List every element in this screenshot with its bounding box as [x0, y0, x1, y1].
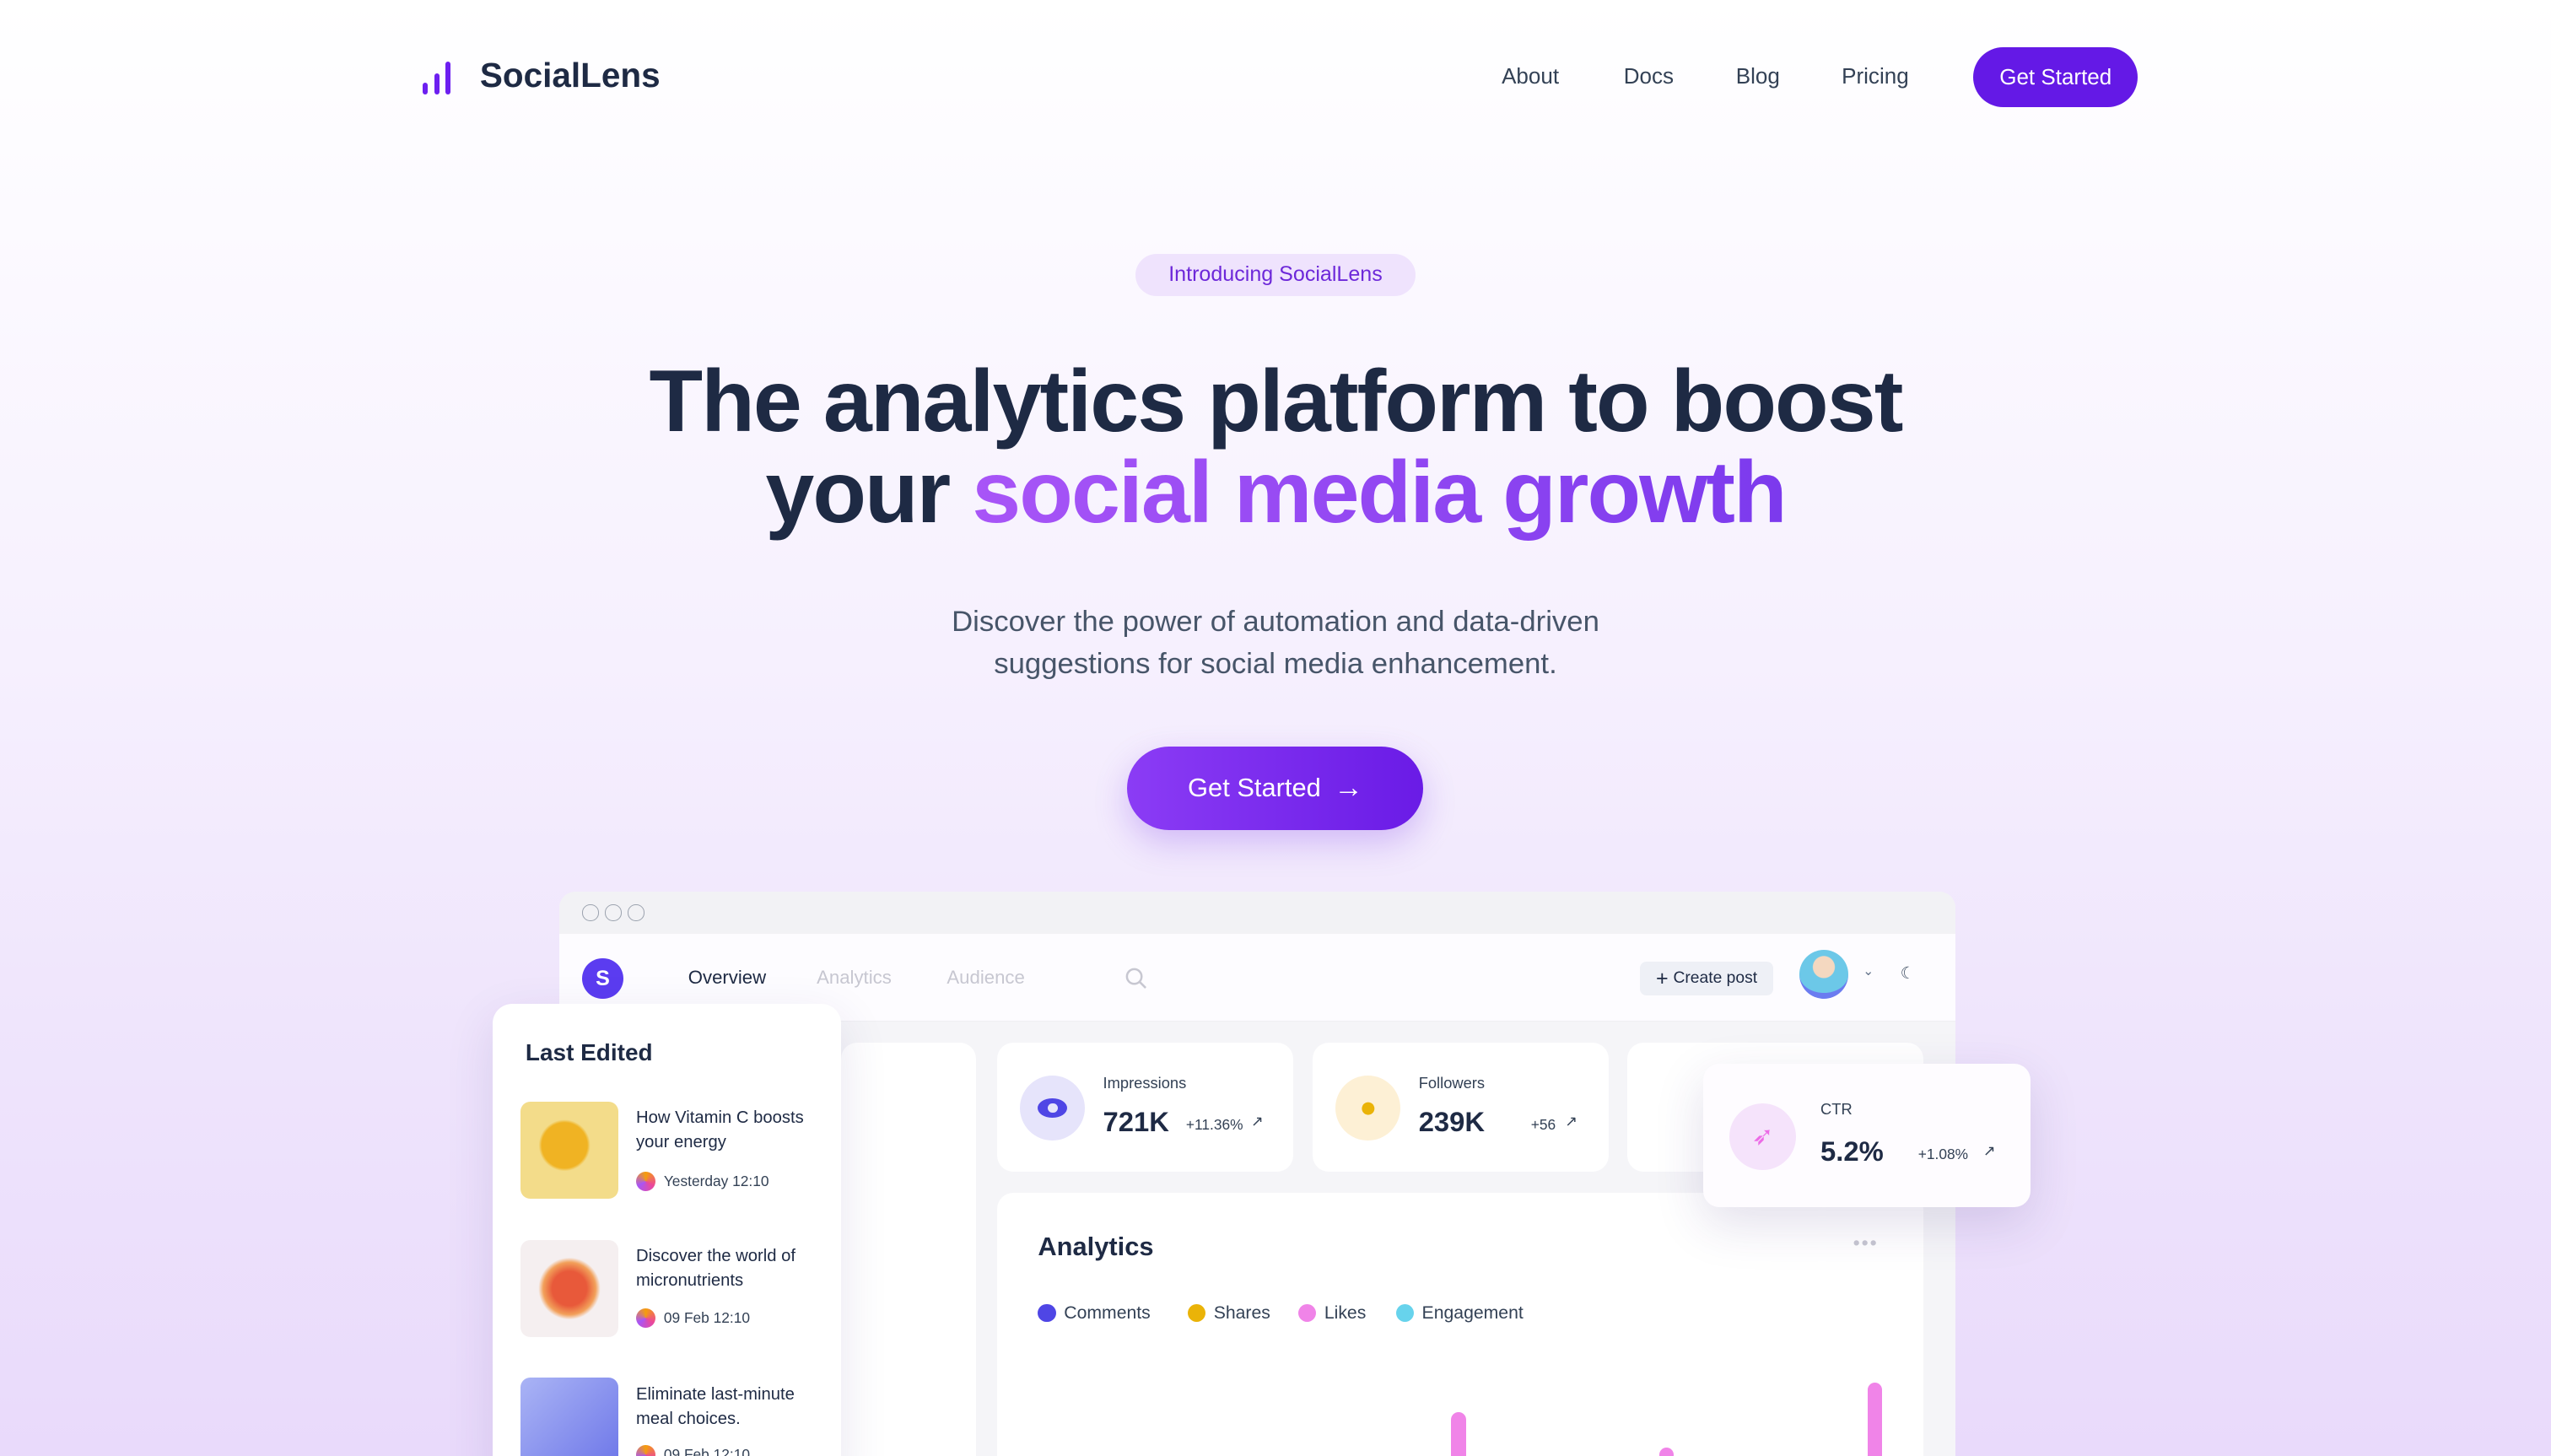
chart-bar — [1451, 1411, 1466, 1456]
item-thumbnail[interactable] — [520, 1378, 618, 1456]
last-edited-panel: Last Edited How Vitamin C boosts your en… — [493, 1003, 842, 1456]
cta-label: Get Started — [1188, 773, 1321, 803]
legend-label: Engagement — [1421, 1302, 1524, 1323]
stat-change: +56 — [1530, 1115, 1556, 1133]
logo-icon — [423, 62, 456, 94]
landing-page: SocialLens About Docs Blog Pricing Get S… — [0, 0, 2551, 1456]
analytics-title: Analytics — [1038, 1231, 1154, 1261]
legend-comments: Comments — [1038, 1302, 1151, 1324]
ctr-change: +1.08% — [1917, 1145, 1969, 1162]
create-post-label: Create post — [1673, 969, 1758, 987]
headline-line2: your social media growth — [0, 447, 2551, 538]
item-thumbnail[interactable] — [520, 1239, 618, 1338]
stat-label: Impressions — [1103, 1073, 1187, 1092]
ctr-label: CTR — [1820, 1099, 1853, 1118]
tab-overview[interactable]: Overview — [688, 967, 766, 989]
search-icon[interactable] — [1124, 967, 1147, 990]
headline-highlight: social media growth — [972, 444, 1787, 542]
hero-get-started-button[interactable]: Get Started → — [1127, 747, 1424, 830]
headline-line1: The analytics platform to boost — [649, 353, 1904, 451]
trend-up-icon: ↗ — [1565, 1113, 1578, 1130]
ctr-card: ➶ CTR 5.2% +1.08% ↗ — [1703, 1064, 2031, 1207]
item-date: 09 Feb 12:10 — [636, 1444, 751, 1456]
item-date: 09 Feb 12:10 — [636, 1308, 750, 1328]
instagram-icon — [636, 1171, 656, 1191]
ctr-value: 5.2% — [1820, 1135, 1884, 1167]
legend-label: Comments — [1064, 1302, 1151, 1323]
nav-about[interactable]: About — [1502, 63, 1559, 89]
instagram-icon — [636, 1444, 656, 1456]
nav-docs[interactable]: Docs — [1624, 63, 1674, 89]
legend-label: Shares — [1213, 1302, 1270, 1323]
stat-change: +11.36% — [1185, 1115, 1243, 1133]
headline-plain: your — [765, 444, 951, 542]
stat-card-impressions: Impressions 721K +11.36% ↗ — [997, 1043, 1294, 1172]
stat-value: 239K — [1418, 1106, 1486, 1138]
legend-likes: Likes — [1297, 1302, 1367, 1324]
trend-up-icon: ↗ — [1251, 1113, 1264, 1130]
nav-pricing[interactable]: Pricing — [1842, 63, 1909, 89]
legend-label: Likes — [1324, 1302, 1367, 1323]
window-dot-icon — [628, 904, 644, 921]
window-dot-icon — [605, 904, 622, 921]
user-avatar[interactable] — [1799, 950, 1848, 1000]
item-date-text: Yesterday 12:10 — [663, 1172, 769, 1189]
sidebar-card — [841, 1043, 977, 1456]
item-date-text: 09 Feb 12:10 — [663, 1308, 751, 1326]
item-date: Yesterday 12:10 — [636, 1171, 769, 1191]
eye-icon — [1020, 1075, 1086, 1141]
legend-engagement: Engagement — [1395, 1302, 1524, 1324]
tab-analytics[interactable]: Analytics — [817, 967, 892, 989]
user-icon: ● — [1335, 1075, 1401, 1141]
item-title[interactable]: Discover the world of micronutrients — [636, 1244, 823, 1293]
item-title[interactable]: Eliminate last-minute meal choices. — [636, 1383, 823, 1432]
nav-blog[interactable]: Blog — [1736, 63, 1780, 89]
instagram-icon — [636, 1308, 656, 1328]
item-title[interactable]: How Vitamin C boosts your energy — [636, 1106, 823, 1155]
subtitle-line1: Discover the power of automation and dat… — [952, 605, 1599, 638]
more-icon[interactable]: ••• — [1853, 1232, 1879, 1254]
nav-get-started-button[interactable]: Get Started — [1973, 46, 2138, 108]
brand-name[interactable]: SocialLens — [480, 56, 661, 95]
chevron-down-icon[interactable]: ⌄ — [1863, 963, 1874, 979]
plus-icon: + — [1656, 966, 1669, 990]
moon-icon[interactable]: ☾ — [1901, 963, 1915, 984]
chart-bar — [1867, 1383, 1883, 1456]
cursor-click-icon: ➶ — [1729, 1103, 1797, 1170]
create-post-button[interactable]: + Create post — [1639, 961, 1774, 996]
stat-label: Followers — [1418, 1073, 1486, 1092]
last-edited-title: Last Edited — [525, 1039, 653, 1066]
stat-card-followers: ● Followers 239K +56 ↗ — [1313, 1043, 1610, 1172]
app-avatar[interactable]: S — [582, 957, 623, 1000]
intro-badge: Introducing SocialLens — [1135, 253, 1416, 296]
item-date-text: 09 Feb 12:10 — [663, 1445, 751, 1456]
subtitle-line2: suggestions for social media enhancement… — [994, 647, 1557, 680]
trend-up-icon: ↗ — [1982, 1141, 1996, 1159]
tab-audience[interactable]: Audience — [947, 967, 1024, 989]
item-thumbnail[interactable] — [520, 1101, 618, 1200]
stat-value: 721K — [1103, 1106, 1169, 1138]
window-titlebar — [559, 891, 1956, 934]
arrow-right-icon: → — [1334, 771, 1363, 804]
window-dot-icon — [582, 904, 599, 921]
legend-shares: Shares — [1187, 1302, 1270, 1324]
